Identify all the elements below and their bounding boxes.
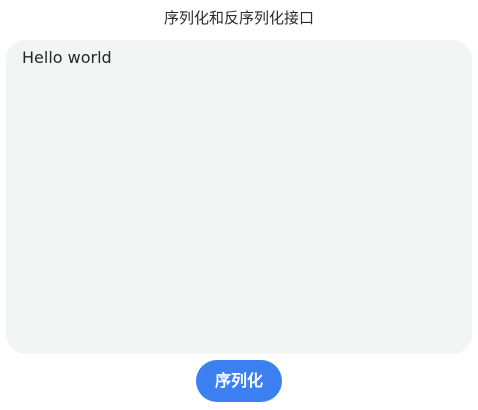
page-title: 序列化和反序列化接口	[163, 9, 314, 27]
text-editor[interactable]: Hello world	[6, 40, 472, 354]
serialize-button[interactable]: 序列化	[196, 360, 282, 402]
